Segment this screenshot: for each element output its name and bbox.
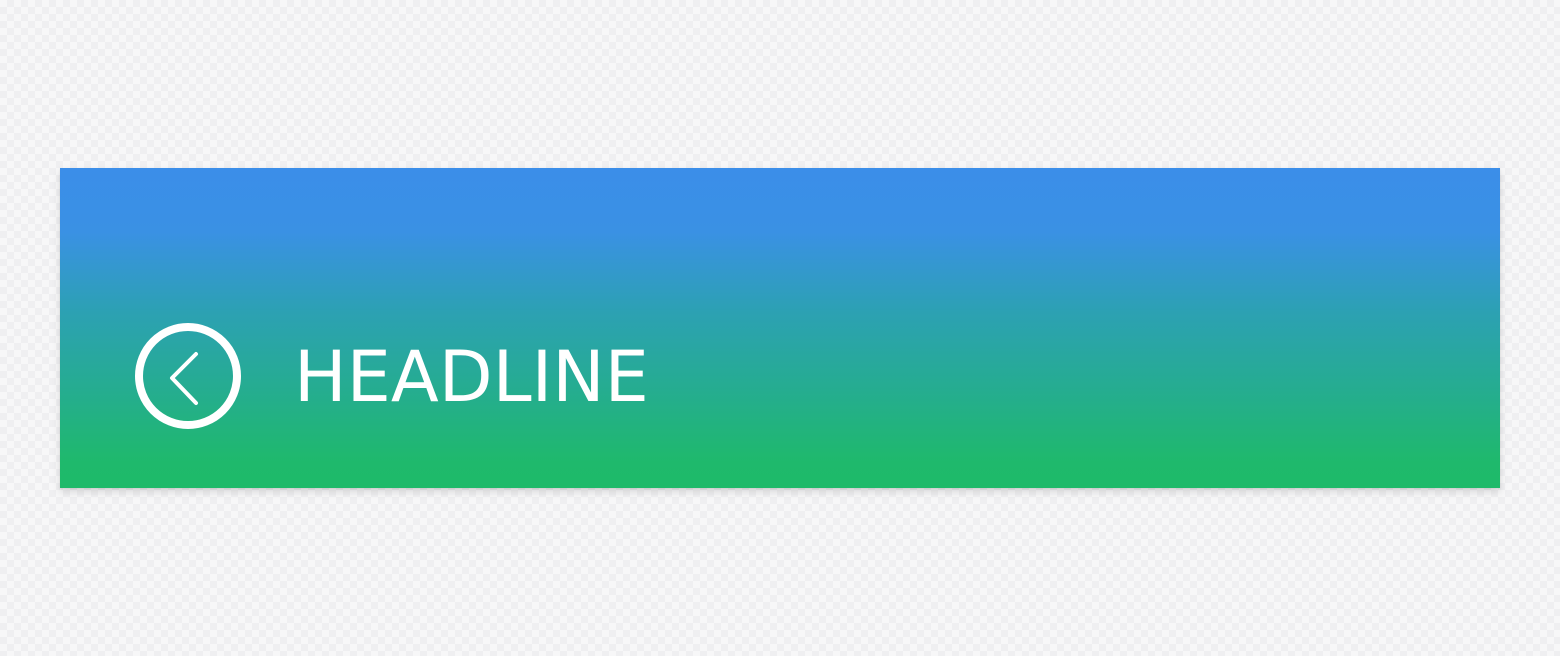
chevron-left-circle-icon — [135, 323, 241, 429]
header-banner: HEADLINE — [60, 168, 1500, 488]
back-button[interactable] — [134, 322, 242, 430]
page-title: HEADLINE — [294, 336, 649, 418]
